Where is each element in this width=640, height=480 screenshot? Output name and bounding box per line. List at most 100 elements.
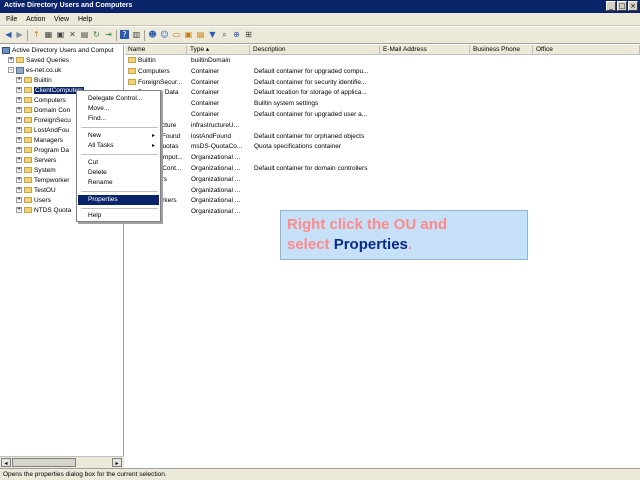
list-item[interactable]: SystemContainerBuiltin system settings [125, 99, 640, 110]
tree-item[interactable]: + Builtin [16, 76, 52, 86]
folder-icon [24, 197, 32, 204]
expand-icon[interactable]: + [16, 117, 22, 124]
column-header-type[interactable]: Type ▴ [187, 45, 250, 55]
list-item[interactable]: ServersOrganizational ... [125, 186, 640, 197]
find-icon[interactable]: ⌕ [220, 30, 229, 39]
forward-icon[interactable]: ▶ [15, 30, 24, 39]
delegate-icon[interactable]: ⊞ [244, 30, 253, 39]
list-item[interactable]: LostAndFoundlostAndFoundDefault containe… [125, 132, 640, 143]
new-ou-icon[interactable]: ▣ [184, 30, 193, 39]
delete-icon[interactable]: ✕ [68, 30, 77, 39]
refresh-icon[interactable]: ↻ [92, 30, 101, 39]
tree-item[interactable]: + Domain Con [16, 106, 70, 116]
folder-icon [24, 137, 32, 144]
expand-icon[interactable]: + [16, 127, 22, 134]
tree-item[interactable]: + Users [16, 196, 51, 206]
list-item[interactable]: NTDS QuotasmsDS-QuotaCo...Quota specific… [125, 142, 640, 153]
tree-item[interactable]: + System [16, 166, 56, 176]
list-item[interactable]: Domain Cont...Organizational ...Default … [125, 164, 640, 175]
tree-item[interactable]: + Computers [16, 96, 66, 106]
tree-item-saved-queries[interactable]: + Saved Queries [8, 56, 69, 66]
type-cell: Organizational ... [191, 165, 241, 172]
expand-icon[interactable]: + [16, 207, 22, 214]
column-header-office[interactable]: Office [533, 45, 640, 55]
list-item[interactable]: Program DataContainerDefault location fo… [125, 88, 640, 99]
expand-icon[interactable]: + [16, 77, 22, 84]
export-icon[interactable]: ▤ [80, 30, 89, 39]
expand-icon[interactable]: + [16, 147, 22, 154]
scroll-left-icon[interactable]: ◂ [1, 458, 11, 467]
scroll-right-icon[interactable]: ▸ [112, 458, 122, 467]
menu-file[interactable]: File [6, 16, 17, 23]
expand-icon[interactable]: + [16, 187, 22, 194]
sort-ascending-icon: ▴ [205, 46, 210, 53]
menu-item-new[interactable]: New ▸ [78, 131, 159, 141]
menu-view[interactable]: View [54, 16, 69, 23]
tree-item[interactable]: + Servers [16, 156, 56, 166]
back-icon[interactable]: ◀ [4, 30, 13, 39]
tree-item[interactable]: + Tempworker [16, 176, 69, 186]
tree-item[interactable]: + Managers [16, 136, 63, 146]
scroll-thumb[interactable] [12, 458, 76, 467]
menu-item-rename[interactable]: Rename [78, 178, 159, 188]
column-header-name[interactable]: Name [125, 45, 187, 55]
menu-item-delegate-control[interactable]: Delegate Control... [78, 94, 159, 104]
tree-item[interactable]: + TestOU [16, 186, 56, 196]
menu-action[interactable]: Action [26, 16, 45, 23]
callout-line-1: Right click the OU and [287, 216, 448, 233]
menu-item-properties[interactable]: Properties [78, 195, 159, 205]
menu-help[interactable]: Help [78, 16, 92, 23]
filter-icon[interactable]: ▼ [208, 30, 217, 39]
list-item[interactable]: ClientComput...Organizational ... [125, 153, 640, 164]
export-list-icon[interactable]: ⇥ [104, 30, 113, 39]
tree-item[interactable]: + NTDS Quota [16, 206, 71, 216]
maximize-button[interactable]: □ [617, 1, 627, 11]
menu-item-help[interactable]: Help [78, 211, 159, 221]
expand-icon[interactable]: + [16, 107, 22, 114]
close-button[interactable]: × [628, 1, 638, 11]
column-header-description[interactable]: Description [250, 45, 380, 55]
properties-icon[interactable]: ▦ [44, 30, 53, 39]
expand-icon[interactable]: + [16, 87, 22, 94]
list-item[interactable]: InfrastructureinfrastructureU... [125, 121, 640, 132]
menu-item-all-tasks[interactable]: All Tasks ▸ [78, 141, 159, 151]
minimize-button[interactable]: _ [606, 1, 616, 11]
container-icon[interactable]: ▤ [196, 30, 205, 39]
user-icon[interactable]: ☻ [148, 30, 157, 39]
console-icon[interactable]: ▣ [56, 30, 65, 39]
menu-item-delete[interactable]: Delete [78, 168, 159, 178]
tree-item-domain[interactable]: - es-net.co.uk [8, 66, 61, 76]
column-header-business-phone[interactable]: Business Phone [470, 45, 533, 55]
menu-item-move[interactable]: Move... [78, 104, 159, 114]
list-item[interactable]: Computers Container Default container for … [125, 67, 640, 78]
tree-item[interactable]: + ForeignSecu [16, 116, 71, 126]
group-icon[interactable]: ☺ [160, 30, 169, 39]
tree-item[interactable]: + ClientComputers [16, 86, 85, 96]
list-item[interactable]: UsersContainerDefault container for upgr… [125, 110, 640, 121]
expand-icon[interactable]: + [16, 97, 22, 104]
expand-icon[interactable]: + [16, 157, 22, 164]
expand-icon[interactable]: + [16, 137, 22, 144]
description-cell: Builtin system settings [254, 100, 319, 108]
collapse-icon[interactable]: - [8, 67, 14, 74]
ou-icon[interactable]: ▭ [172, 30, 181, 39]
column-header-email[interactable]: E-Mail Address [380, 45, 470, 55]
up-icon[interactable]: ↑ [32, 30, 41, 39]
list-item[interactable]: TempworkersOrganizational ... [125, 196, 640, 207]
tree-item[interactable]: + LostAndFou [16, 126, 69, 136]
expand-icon[interactable]: + [16, 167, 22, 174]
expand-icon[interactable]: + [8, 57, 14, 64]
menu-item-find[interactable]: Find... [78, 114, 159, 124]
list-item[interactable]: ManagersOrganizational ... [125, 175, 640, 186]
add-to-group-icon[interactable]: ⊕ [232, 30, 241, 39]
tree-horizontal-scrollbar[interactable]: ◂ ▸ [0, 456, 124, 468]
tree-root[interactable]: Active Directory Users and Comput [2, 46, 114, 56]
list-item[interactable]: Builtin builtinDomain [125, 56, 640, 67]
expand-icon[interactable]: + [16, 197, 22, 204]
expand-icon[interactable]: + [16, 177, 22, 184]
list-item[interactable]: ForeignSecur... Container Default containe… [125, 78, 640, 89]
view-icon[interactable]: ▥ [132, 30, 141, 39]
tree-item[interactable]: + Program Da [16, 146, 69, 156]
menu-item-cut[interactable]: Cut [78, 158, 159, 168]
help-icon[interactable]: ? [120, 30, 129, 39]
